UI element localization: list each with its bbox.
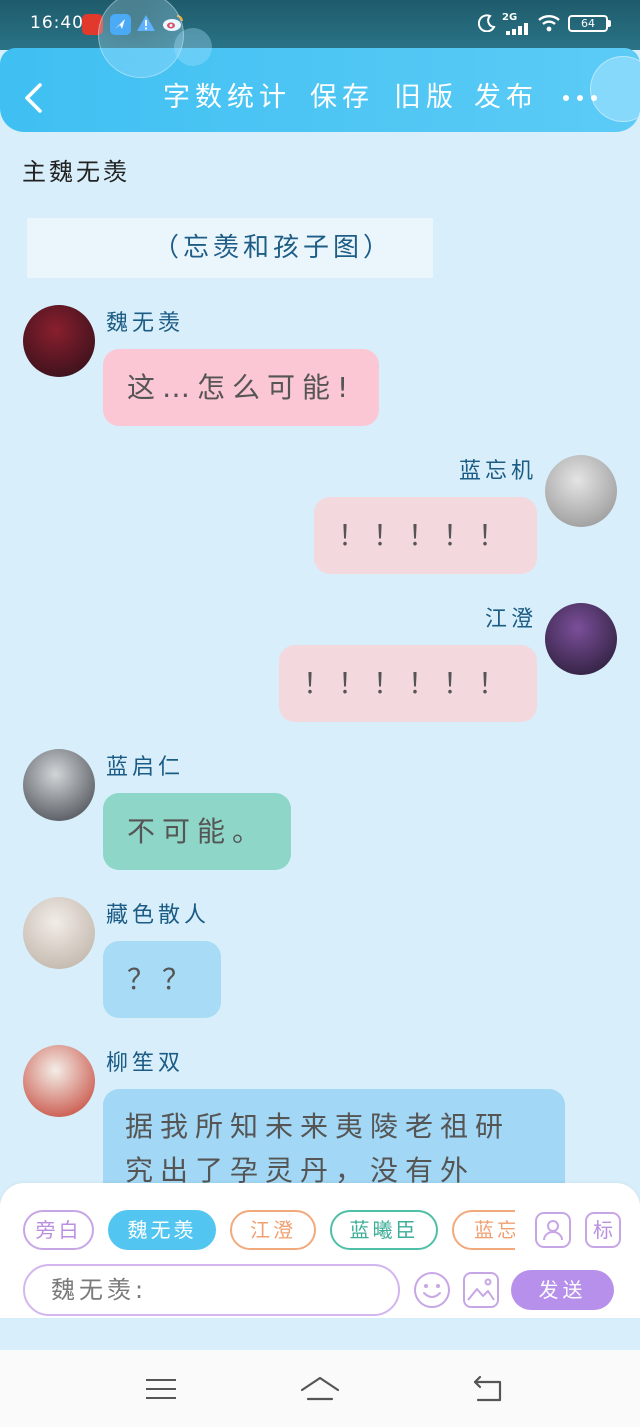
menu-icon[interactable] (146, 1374, 176, 1404)
wifi-icon (538, 15, 560, 32)
avatar[interactable] (23, 749, 95, 821)
battery-tip (608, 20, 611, 27)
character-chip-lan-wangji[interactable]: 蓝忘 (452, 1210, 515, 1250)
message-bubble[interactable]: ？？ (103, 941, 222, 1018)
speaker-name: 魏无羡 (106, 311, 185, 336)
speaker-name: 江澄 (484, 607, 537, 632)
speaker-name: 蓝启仁 (106, 755, 185, 780)
speaker-name: 蓝忘机 (458, 459, 537, 484)
back-icon[interactable] (472, 1374, 504, 1404)
status-time: 16:40 (30, 13, 84, 33)
save-button[interactable]: 保存 (310, 78, 374, 118)
old-version-button[interactable]: 旧版 (394, 78, 458, 118)
more-icon[interactable] (560, 92, 600, 104)
protagonist-label[interactable]: 主魏无羡 (22, 156, 130, 188)
status-bar: 16:40 2G 64 (0, 0, 640, 50)
message-bubble[interactable]: ！！！！！ (313, 497, 537, 574)
publish-button[interactable]: 发布 (474, 78, 538, 118)
message-bubble[interactable]: ！！！！！！ (278, 645, 537, 722)
network-type: 2G (502, 12, 518, 23)
message-row: 蓝启仁 不可能。 (0, 749, 640, 897)
avatar[interactable] (545, 455, 617, 527)
word-count-button[interactable]: 字数统计 (163, 78, 291, 118)
avatar[interactable] (23, 1045, 95, 1117)
chat-area[interactable]: 主魏无羡 （忘羡和孩子图） 魏无羡 这…怎么可能! 蓝忘机 ！！！！！ 江澄 ！… (0, 132, 640, 1200)
message-row: 魏无羡 这…怎么可能! (0, 305, 640, 453)
message-list: 魏无羡 这…怎么可能! 蓝忘机 ！！！！！ 江澄 ！！！！！！ 蓝启仁 不可能。… (0, 305, 640, 1200)
message-bubble[interactable]: 不可能。 (103, 793, 292, 870)
avatar[interactable] (23, 305, 95, 377)
send-button[interactable]: 发送 (511, 1270, 614, 1310)
chevron-left-icon[interactable] (22, 82, 46, 114)
avatar[interactable] (545, 603, 617, 675)
image-icon[interactable] (463, 1272, 499, 1308)
moon-icon (478, 14, 496, 32)
character-chip-jiang-cheng[interactable]: 江澄 (230, 1210, 316, 1250)
message-row: 蓝忘机 ！！！！！ (0, 453, 640, 601)
smiley-icon[interactable] (413, 1271, 451, 1309)
character-chip-narrator[interactable]: 旁白 (23, 1210, 94, 1250)
character-selector[interactable]: 旁白 魏无羡 江澄 蓝曦臣 蓝忘 (23, 1210, 515, 1250)
composer-panel: 旁白 魏无羡 江澄 蓝曦臣 蓝忘 标 发送 (0, 1183, 640, 1318)
tag-button[interactable]: 标 (585, 1212, 621, 1248)
message-row: 江澄 ！！！！！！ (0, 601, 640, 749)
avatar[interactable] (23, 897, 95, 969)
system-nav-bar (0, 1350, 640, 1427)
signal-icon (506, 23, 528, 35)
warning-icon (137, 15, 155, 31)
battery-icon: 64 (568, 15, 608, 32)
weibo-icon (163, 15, 183, 31)
person-card-icon[interactable] (535, 1212, 571, 1248)
message-row: 藏色散人 ？？ (0, 897, 640, 1045)
character-chip-wei-wuxian[interactable]: 魏无羡 (108, 1210, 216, 1250)
narration-block[interactable]: （忘羡和孩子图） (27, 218, 433, 278)
home-icon[interactable] (299, 1374, 341, 1404)
battery-level: 64 (581, 17, 595, 30)
speaker-name: 柳笙双 (106, 1051, 185, 1076)
speaker-name: 藏色散人 (106, 903, 211, 928)
navigation-app-icon (110, 14, 131, 35)
message-bubble[interactable]: 这…怎么可能! (103, 349, 380, 426)
decor-bubble (590, 56, 640, 122)
message-input[interactable] (23, 1264, 400, 1316)
character-chip-lan-xichen[interactable]: 蓝曦臣 (330, 1210, 438, 1250)
shop-app-icon (82, 14, 103, 35)
header-bar: 字数统计 保存 旧版 发布 (0, 48, 640, 132)
message-row: 柳笙双 据我所知未来夷陵老祖研究出了孕灵丹，没有外 (0, 1045, 640, 1200)
